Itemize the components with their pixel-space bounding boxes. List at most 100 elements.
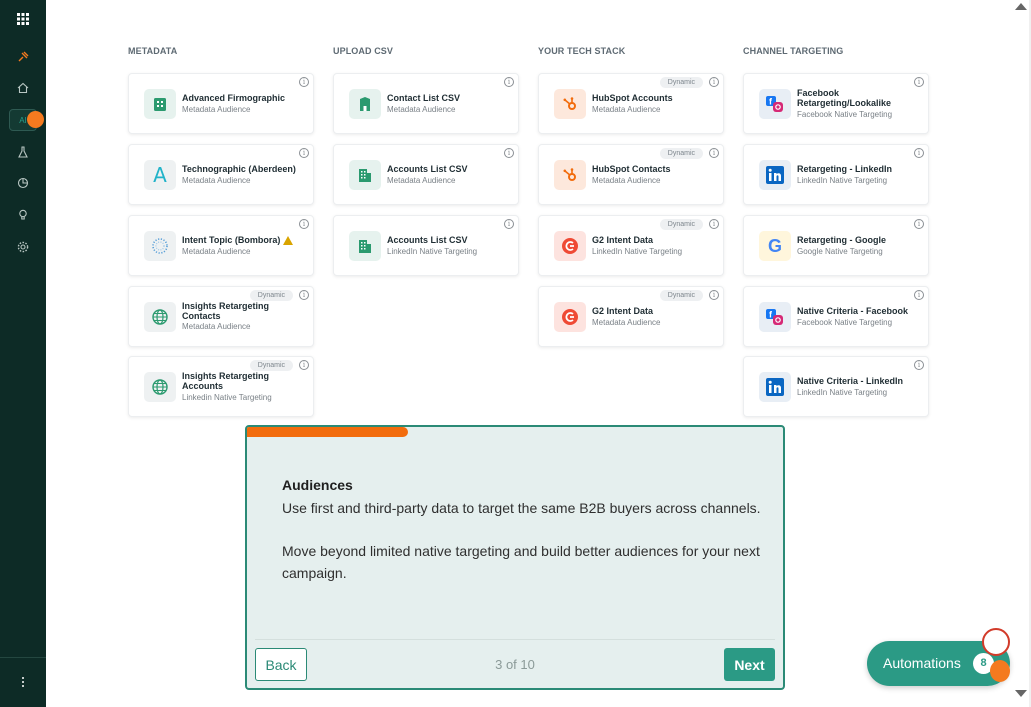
card-subtitle: Linkedin Native Targeting: [182, 393, 272, 402]
card-title: Native Criteria - LinkedIn: [797, 376, 904, 386]
card-title: Facebook Retargeting/Lookalike: [797, 88, 892, 108]
card-title: Retargeting - Google: [797, 235, 887, 245]
info-icon[interactable]: i: [299, 219, 309, 229]
info-icon[interactable]: i: [504, 148, 514, 158]
card-title: Retargeting - LinkedIn: [797, 164, 893, 174]
hubspot-icon: [554, 89, 586, 119]
audience-card-accounts-list-csv[interactable]: Accounts List CSV Metadata Audience i: [333, 144, 519, 205]
tour-paragraph: Use first and third-party data to target…: [282, 500, 761, 516]
audience-card-g2-intent-linkedin[interactable]: Dynamic G2 Intent Data LinkedIn Native T…: [538, 215, 724, 276]
audience-card-facebook-retargeting[interactable]: f Facebook Retargeting/Lookalike Faceboo…: [743, 73, 929, 134]
card-subtitle: Metadata Audience: [182, 105, 251, 114]
audience-card-native-criteria-facebook[interactable]: f Native Criteria - Facebook Facebook Na…: [743, 286, 929, 347]
info-icon[interactable]: i: [299, 77, 309, 87]
card-subtitle: LinkedIn Native Targeting: [797, 176, 888, 185]
flask-icon[interactable]: [9, 141, 37, 163]
audience-card-intent-topic[interactable]: Intent Topic (Bombora) Metadata Audience…: [128, 215, 314, 276]
office-icon: [349, 231, 381, 261]
card-title: HubSpot Accounts: [592, 93, 673, 103]
globe-icon: [144, 372, 176, 402]
home-icon[interactable]: [9, 77, 37, 99]
next-button[interactable]: Next: [724, 648, 775, 681]
onboarding-tour-popup: Audiences Use first and third-party data…: [245, 425, 785, 690]
scroll-up-arrow-icon[interactable]: [1015, 3, 1027, 10]
info-icon[interactable]: i: [299, 360, 309, 370]
info-icon[interactable]: i: [914, 77, 924, 87]
card-subtitle: Google Native Targeting: [797, 247, 883, 256]
sidebar-divider: [0, 657, 46, 658]
audience-card-technographic[interactable]: A Technographic (Aberdeen) Metadata Audi…: [128, 144, 314, 205]
bombora-icon: [144, 231, 176, 261]
warning-icon: [283, 236, 293, 245]
audience-card-hubspot-accounts[interactable]: Dynamic HubSpot Accounts Metadata Audien…: [538, 73, 724, 134]
dynamic-badge: Dynamic: [249, 290, 293, 301]
column-header-upload-csv: UPLOAD CSV: [333, 46, 394, 56]
card-subtitle: Metadata Audience: [592, 176, 661, 185]
scroll-down-arrow-icon[interactable]: [1015, 690, 1027, 697]
audience-card-retargeting-google[interactable]: G Retargeting - Google Google Native Tar…: [743, 215, 929, 276]
audience-card-hubspot-contacts[interactable]: Dynamic HubSpot Contacts Metadata Audien…: [538, 144, 724, 205]
chat-bubble-icon[interactable]: [990, 660, 1010, 682]
audience-card-insights-retargeting-accounts[interactable]: Dynamic Insights Retargeting Accounts Li…: [128, 356, 314, 417]
dynamic-badge: Dynamic: [659, 148, 703, 159]
audience-card-native-criteria-linkedin[interactable]: Native Criteria - LinkedIn LinkedIn Nati…: [743, 356, 929, 417]
card-title: Intent Topic (Bombora): [182, 235, 281, 245]
audience-card-g2-intent-metadata[interactable]: Dynamic G2 Intent Data Metadata Audience…: [538, 286, 724, 347]
info-icon[interactable]: i: [709, 77, 719, 87]
info-icon[interactable]: i: [504, 219, 514, 229]
audience-card-insights-retargeting-contacts[interactable]: Dynamic Insights Retargeting Contacts Me…: [128, 286, 314, 347]
card-subtitle: Metadata Audience: [592, 105, 661, 114]
card-title: HubSpot Contacts: [592, 164, 671, 174]
settings-icon[interactable]: [9, 236, 37, 258]
pie-chart-icon[interactable]: [9, 172, 37, 194]
pin-icon[interactable]: [9, 46, 37, 68]
card-title: G2 Intent Data: [592, 235, 654, 245]
card-title: Contact List CSV: [387, 93, 461, 103]
dynamic-badge: Dynamic: [249, 360, 293, 371]
info-icon[interactable]: i: [709, 219, 719, 229]
info-icon[interactable]: i: [709, 148, 719, 158]
card-title: Accounts List CSV: [387, 235, 468, 245]
card-title: Native Criteria - Facebook: [797, 306, 909, 316]
facebook-instagram-icon: f: [759, 89, 791, 119]
dynamic-badge: Dynamic: [659, 77, 703, 88]
info-icon[interactable]: i: [914, 290, 924, 300]
audience-card-contact-list-csv[interactable]: Contact List CSV Metadata Audience i: [333, 73, 519, 134]
assistant-avatar[interactable]: [982, 628, 1010, 656]
card-title: G2 Intent Data: [592, 306, 654, 316]
info-icon[interactable]: i: [299, 148, 309, 158]
building-icon: [349, 89, 381, 119]
card-subtitle: Metadata Audience: [387, 176, 456, 185]
lightbulb-icon[interactable]: [9, 204, 37, 226]
linkedin-icon: [759, 372, 791, 402]
divider: [255, 639, 775, 640]
card-subtitle: LinkedIn Native Targeting: [797, 388, 888, 397]
info-icon[interactable]: i: [914, 360, 924, 370]
card-subtitle: Facebook Native Targeting: [797, 318, 893, 327]
notification-dot: [27, 111, 44, 128]
info-icon[interactable]: i: [709, 290, 719, 300]
info-icon[interactable]: i: [299, 290, 309, 300]
card-subtitle: Metadata Audience: [182, 247, 251, 256]
ai-label: AI: [19, 115, 27, 125]
info-icon[interactable]: i: [914, 219, 924, 229]
card-subtitle: LinkedIn Native Targeting: [387, 247, 478, 256]
card-subtitle: Metadata Audience: [182, 176, 251, 185]
tour-progress-bar: [247, 427, 408, 437]
grid-icon[interactable]: [9, 8, 37, 30]
card-subtitle: Facebook Native Targeting: [797, 110, 893, 119]
audience-card-advanced-firmographic[interactable]: Advanced Firmographic Metadata Audience …: [128, 73, 314, 134]
card-title: Insights Retargeting Contacts: [182, 301, 270, 321]
card-title: Insights Retargeting Accounts: [182, 371, 270, 391]
column-header-channel-targeting: CHANNEL TARGETING: [743, 46, 844, 56]
more-icon[interactable]: [9, 671, 37, 693]
info-icon[interactable]: i: [504, 77, 514, 87]
info-icon[interactable]: i: [914, 148, 924, 158]
globe-icon: [144, 302, 176, 332]
tour-title: Audiences: [282, 477, 353, 493]
office-icon: [349, 160, 381, 190]
automations-label: Automations: [883, 655, 961, 671]
audience-card-accounts-list-csv-linkedin[interactable]: Accounts List CSV LinkedIn Native Target…: [333, 215, 519, 276]
audience-card-retargeting-linkedin[interactable]: Retargeting - LinkedIn LinkedIn Native T…: [743, 144, 929, 205]
card-title: Accounts List CSV: [387, 164, 468, 174]
